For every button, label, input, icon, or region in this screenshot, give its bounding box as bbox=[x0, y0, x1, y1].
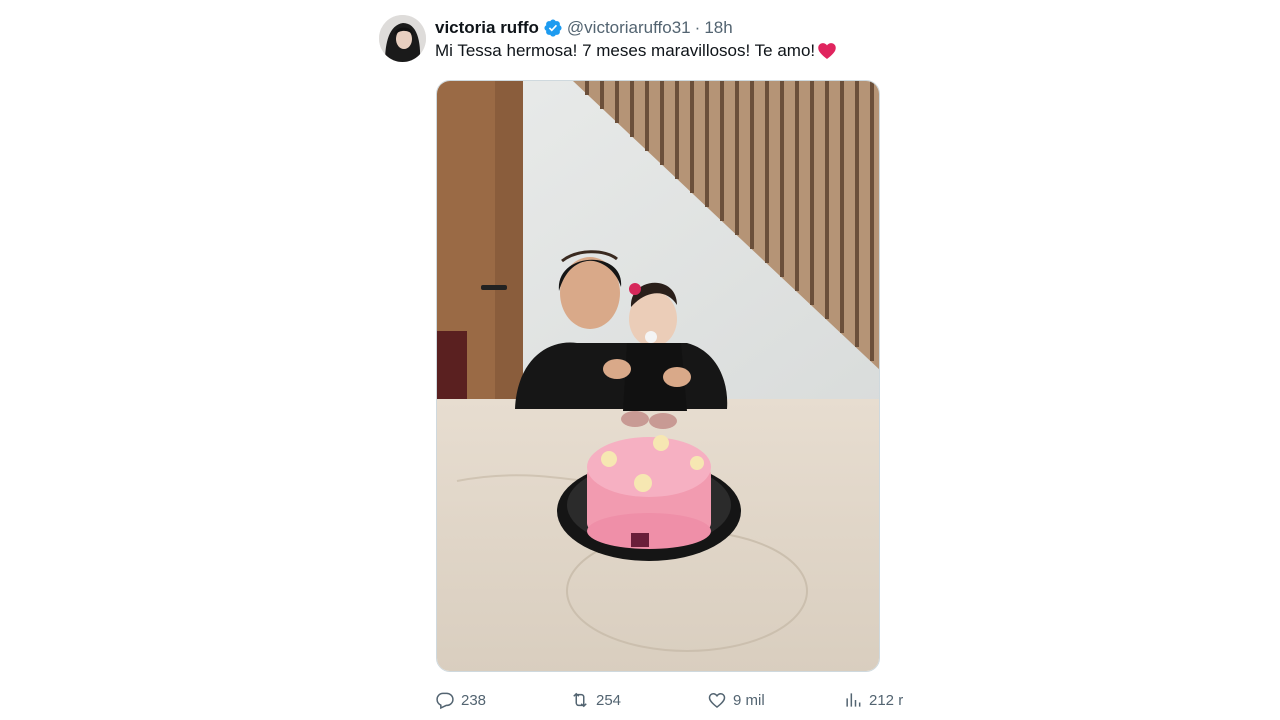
retweet-button[interactable]: 254 bbox=[570, 688, 621, 712]
reply-button[interactable]: 238 bbox=[435, 688, 486, 712]
tweet-text-content: Mi Tessa hermosa! 7 meses maravillosos! … bbox=[435, 41, 816, 60]
author-avatar[interactable] bbox=[379, 15, 426, 62]
tweet-photo[interactable] bbox=[436, 80, 880, 672]
separator-dot: · bbox=[694, 18, 701, 37]
tweet-header: victoria ruffo @victoriaruffo31 · 18h bbox=[435, 16, 733, 40]
like-heart-icon bbox=[708, 692, 726, 709]
like-count: 9 mil bbox=[733, 691, 765, 709]
tweet-timestamp[interactable]: 18h bbox=[704, 18, 732, 38]
views-chart-icon bbox=[846, 693, 861, 707]
tweet-actions: 238 254 9 mil 212 r bbox=[435, 688, 905, 712]
views-count: 212 r bbox=[869, 691, 904, 709]
retweet-icon bbox=[573, 692, 587, 708]
author-handle[interactable]: @victoriaruffo31 bbox=[567, 18, 691, 38]
views-button[interactable]: 212 r bbox=[843, 688, 929, 712]
like-button[interactable]: 9 mil bbox=[707, 688, 765, 712]
tweet-text: Mi Tessa hermosa! 7 meses maravillosos! … bbox=[435, 41, 837, 61]
red-heart-emoji-icon bbox=[817, 41, 837, 61]
reply-icon bbox=[436, 692, 454, 710]
photo-image bbox=[437, 81, 879, 671]
tweet[interactable]: victoria ruffo @victoriaruffo31 · 18h Mi… bbox=[0, 0, 1280, 720]
reply-count: 238 bbox=[461, 691, 487, 709]
retweet-count: 254 bbox=[596, 691, 622, 709]
author-name[interactable]: victoria ruffo bbox=[435, 18, 539, 38]
verified-badge-icon bbox=[543, 18, 563, 38]
